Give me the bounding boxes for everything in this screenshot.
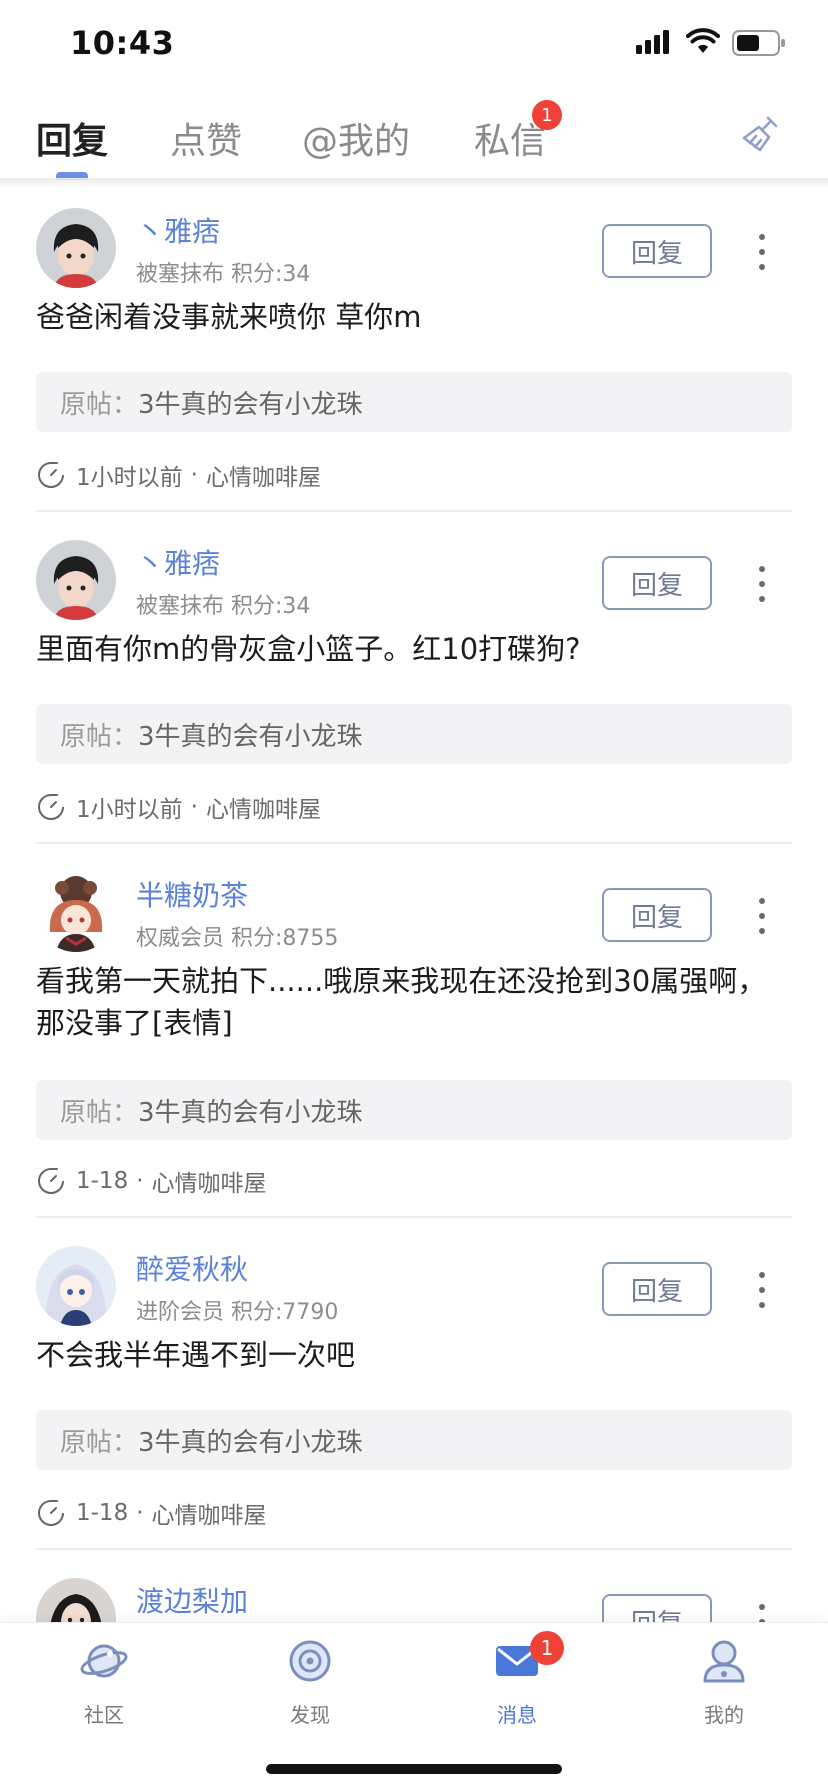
reply-meta: 1-18 · 心情咖啡屋 bbox=[36, 1164, 267, 1198]
board-name[interactable]: 心情咖啡屋 bbox=[206, 458, 321, 492]
reply-meta: 1小时以前 · 心情咖啡屋 bbox=[36, 790, 321, 824]
wifi-icon bbox=[686, 28, 720, 53]
messages-badge: 1 bbox=[530, 1631, 564, 1665]
reply-content: 里面有你m的骨灰盒小篮子。红10打碟狗? bbox=[36, 632, 581, 666]
meta-separator: · bbox=[190, 794, 198, 820]
reply-button[interactable]: 回复 bbox=[602, 888, 712, 942]
reply-button[interactable]: 回复 bbox=[602, 556, 712, 610]
username[interactable]: 醉爱秋秋 bbox=[136, 1248, 248, 1288]
user-meta: 权威会员 积分:8755 bbox=[136, 920, 338, 952]
reply-item[interactable]: 渡边梨加 回复 bbox=[36, 1550, 792, 1622]
reply-content: 爸爸闲着没事就来喷你 草你m bbox=[36, 300, 422, 334]
reply-item[interactable]: 丶雅痞 被塞抹布 积分:34 回复 爸爸闲着没事就来喷你 草你m 原帖： 3牛真… bbox=[36, 180, 792, 512]
clock-icon bbox=[38, 1500, 64, 1526]
avatar[interactable] bbox=[36, 540, 116, 620]
original-post-title: 3牛真的会有小龙珠 bbox=[138, 1097, 363, 1128]
user-score: 积分:34 bbox=[231, 594, 311, 619]
meta-separator: · bbox=[136, 1168, 144, 1194]
avatar[interactable] bbox=[36, 208, 116, 288]
home-indicator[interactable] bbox=[266, 1764, 562, 1774]
more-options-icon[interactable] bbox=[756, 896, 768, 936]
username[interactable]: 渡边梨加 bbox=[136, 1580, 248, 1620]
original-post-link[interactable]: 原帖： 3牛真的会有小龙珠 bbox=[36, 1410, 792, 1470]
username[interactable]: 丶雅痞 bbox=[136, 542, 220, 582]
discover-icon bbox=[289, 1640, 331, 1682]
status-bar: 10:43 bbox=[0, 0, 828, 90]
clock-icon bbox=[38, 462, 64, 488]
tab-mentions[interactable]: @我的 bbox=[302, 112, 410, 164]
reply-time: 1-18 bbox=[76, 1500, 129, 1526]
reply-item[interactable]: 半糖奶茶 权威会员 积分:8755 回复 看我第一天就拍下......哦原来我现… bbox=[36, 844, 792, 1218]
tab-likes[interactable]: 点赞 bbox=[170, 112, 242, 164]
original-post-label: 原帖： bbox=[60, 389, 139, 420]
nav-label: 社区 bbox=[84, 1703, 124, 1727]
original-post-label: 原帖： bbox=[60, 1097, 139, 1128]
tab-replies[interactable]: 回复 bbox=[36, 112, 108, 164]
original-post-label: 原帖： bbox=[60, 1427, 139, 1458]
reply-time: 1小时以前 bbox=[76, 797, 183, 823]
username[interactable]: 半糖奶茶 bbox=[136, 874, 248, 914]
reply-meta: 1小时以前 · 心情咖啡屋 bbox=[36, 458, 321, 492]
reply-meta: 1-18 · 心情咖啡屋 bbox=[36, 1496, 267, 1530]
user-level: 进阶会员 bbox=[136, 1300, 225, 1325]
user-score: 积分:34 bbox=[231, 262, 311, 287]
nav-profile[interactable]: 我的 bbox=[664, 1637, 784, 1737]
private-messages-badge: 1 bbox=[532, 100, 562, 130]
user-level: 权威会员 bbox=[136, 926, 225, 951]
user-score: 积分:7790 bbox=[231, 1300, 339, 1325]
clock-icon bbox=[38, 1168, 64, 1194]
reply-button[interactable]: 回复 bbox=[602, 224, 712, 278]
more-options-icon[interactable] bbox=[756, 232, 768, 272]
original-post-title: 3牛真的会有小龙珠 bbox=[138, 1427, 363, 1458]
meta-separator: · bbox=[136, 1500, 144, 1526]
original-post-title: 3牛真的会有小龙珠 bbox=[138, 721, 363, 752]
original-post-link[interactable]: 原帖： 3牛真的会有小龙珠 bbox=[36, 704, 792, 764]
user-score: 积分:8755 bbox=[231, 926, 339, 951]
username[interactable]: 丶雅痞 bbox=[136, 210, 220, 250]
nav-label: 消息 bbox=[497, 1703, 537, 1727]
more-options-icon[interactable] bbox=[756, 564, 768, 604]
avatar[interactable] bbox=[36, 1246, 116, 1326]
nav-discover[interactable]: 发现 bbox=[250, 1637, 370, 1737]
reply-time: 1-18 bbox=[76, 1168, 129, 1194]
cellular-signal-icon bbox=[636, 30, 672, 54]
reply-list[interactable]: 丶雅痞 被塞抹布 积分:34 回复 爸爸闲着没事就来喷你 草你m 原帖： 3牛真… bbox=[0, 180, 828, 1622]
nav-label: 我的 bbox=[704, 1703, 744, 1727]
board-name[interactable]: 心情咖啡屋 bbox=[206, 790, 321, 824]
more-options-icon[interactable] bbox=[756, 1602, 768, 1622]
board-name[interactable]: 心情咖啡屋 bbox=[152, 1496, 267, 1530]
user-meta: 被塞抹布 积分:34 bbox=[136, 588, 310, 620]
planet-icon bbox=[80, 1644, 128, 1678]
user-meta: 被塞抹布 积分:34 bbox=[136, 256, 310, 288]
message-tabs: 回复 点赞 @我的 私信 1 bbox=[0, 90, 828, 180]
profile-icon bbox=[703, 1640, 745, 1683]
original-post-link[interactable]: 原帖： 3牛真的会有小龙珠 bbox=[36, 372, 792, 432]
broom-clear-icon[interactable] bbox=[738, 112, 784, 158]
reply-time: 1小时以前 bbox=[76, 465, 183, 491]
clock-icon bbox=[38, 794, 64, 820]
status-time: 10:43 bbox=[70, 24, 175, 62]
original-post-title: 3牛真的会有小龙珠 bbox=[138, 389, 363, 420]
board-name[interactable]: 心情咖啡屋 bbox=[152, 1164, 267, 1198]
avatar[interactable] bbox=[36, 872, 116, 952]
reply-button[interactable]: 回复 bbox=[602, 1262, 712, 1316]
original-post-label: 原帖： bbox=[60, 721, 139, 752]
reply-item[interactable]: 丶雅痞 被塞抹布 积分:34 回复 里面有你m的骨灰盒小篮子。红10打碟狗? 原… bbox=[36, 512, 792, 844]
nav-label: 发现 bbox=[290, 1703, 330, 1727]
more-options-icon[interactable] bbox=[756, 1270, 768, 1310]
reply-content: 看我第一天就拍下......哦原来我现在还没抢到30属强啊，那没事了[表情] bbox=[36, 964, 767, 1040]
reply-content: 不会我半年遇不到一次吧 bbox=[36, 1338, 356, 1372]
nav-community[interactable]: 社区 bbox=[44, 1637, 164, 1737]
avatar[interactable] bbox=[36, 1578, 116, 1622]
meta-separator: · bbox=[190, 462, 198, 488]
user-level: 被塞抹布 bbox=[136, 594, 225, 619]
original-post-link[interactable]: 原帖： 3牛真的会有小龙珠 bbox=[36, 1080, 792, 1140]
user-meta: 进阶会员 积分:7790 bbox=[136, 1294, 338, 1326]
reply-item[interactable]: 醉爱秋秋 进阶会员 积分:7790 回复 不会我半年遇不到一次吧 原帖： 3牛真… bbox=[36, 1218, 792, 1550]
battery-icon bbox=[732, 30, 785, 56]
user-level: 被塞抹布 bbox=[136, 262, 225, 287]
reply-button[interactable]: 回复 bbox=[602, 1594, 712, 1622]
